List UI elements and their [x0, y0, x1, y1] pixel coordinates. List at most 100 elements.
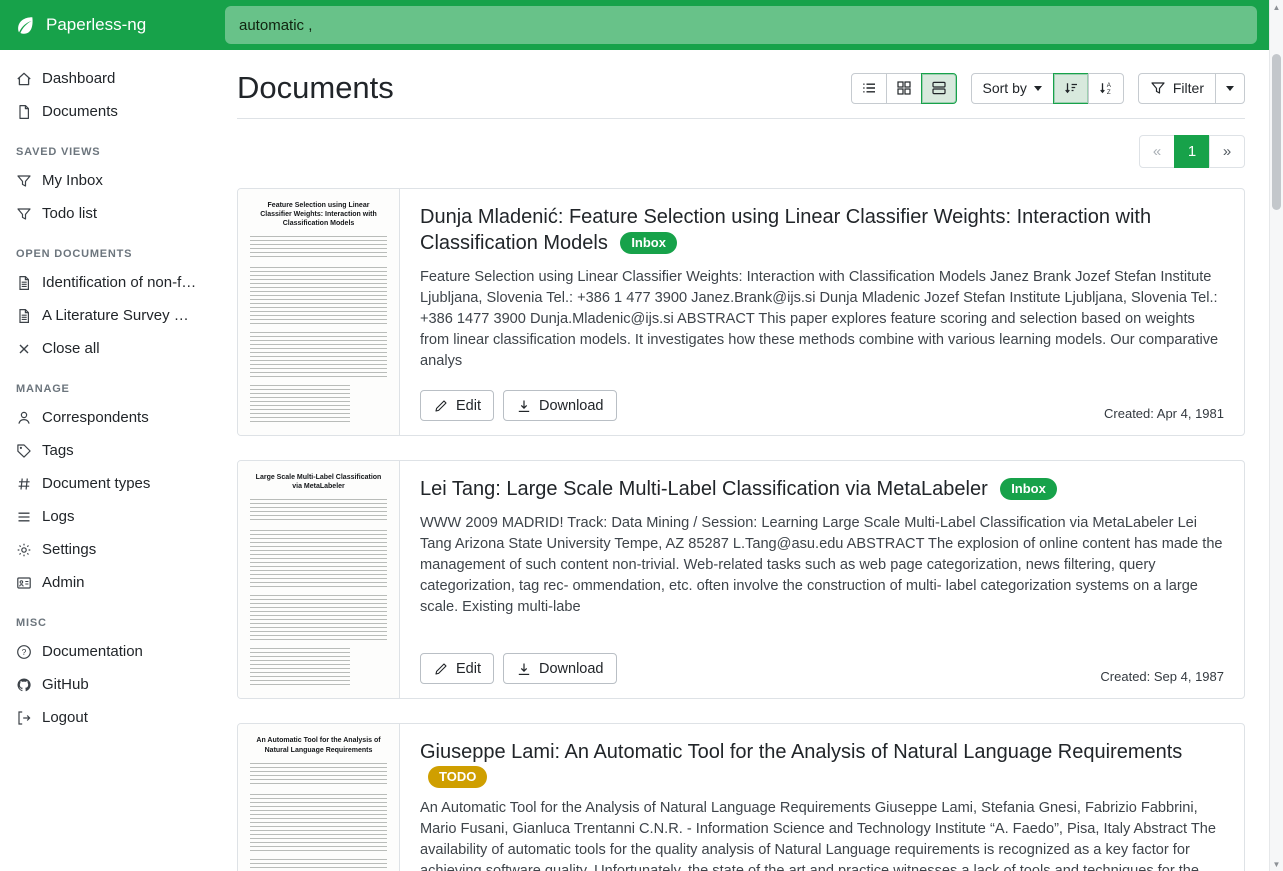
sidebar-item-label: Document types	[42, 475, 150, 492]
pagination-page-1-button[interactable]: 1	[1174, 135, 1210, 168]
tag-badge[interactable]: Inbox	[1000, 478, 1057, 500]
thumbnail-text-lines	[250, 794, 387, 852]
thumbnail-title: An Automatic Tool for the Analysis of Na…	[251, 736, 386, 754]
thumbnail-text-lines	[250, 332, 387, 378]
document-title-link[interactable]: Lei Tang: Large Scale Multi-Label Classi…	[420, 478, 988, 500]
sidebar-item-tags[interactable]: Tags	[0, 434, 213, 467]
brand[interactable]: Paperless-ng	[0, 14, 213, 36]
thumbnail-title: Feature Selection using Linear Classifie…	[251, 201, 386, 228]
sort-alpha-button[interactable]: AZ	[1088, 73, 1124, 104]
gear-icon	[16, 542, 32, 558]
house-icon	[16, 71, 32, 87]
pencil-icon	[433, 398, 449, 414]
edit-button[interactable]: Edit	[420, 653, 494, 684]
sidebar-item-label: A Literature Survey on ...	[42, 307, 197, 324]
filter-dropdown-button[interactable]	[1215, 73, 1245, 104]
file-text-icon	[16, 308, 32, 324]
edit-button[interactable]: Edit	[420, 390, 494, 421]
created-date: Created: Sep 4, 1987	[1100, 669, 1224, 684]
list-icon	[16, 509, 32, 525]
top-navbar: Paperless-ng	[0, 0, 1283, 50]
download-icon	[516, 398, 532, 414]
svg-text:Z: Z	[1107, 89, 1111, 96]
sidebar-item-label: GitHub	[42, 676, 89, 693]
thumbnail-text-lines	[250, 236, 387, 260]
id-card-icon	[16, 575, 32, 591]
document-thumbnail[interactable]: An Automatic Tool for the Analysis of Na…	[238, 724, 400, 871]
sidebar-item-label: Todo list	[42, 205, 97, 222]
scrollbar-up-arrow[interactable]: ▲	[1270, 0, 1283, 14]
document-thumbnail[interactable]: Feature Selection using Linear Classifie…	[238, 189, 400, 435]
tag-badge[interactable]: TODO	[428, 766, 487, 788]
thumbnail-title: Large Scale Multi-Label Classification v…	[251, 473, 386, 491]
sidebar-item-label: My Inbox	[42, 172, 103, 189]
document-title-link[interactable]: Dunja Mladenić: Feature Selection using …	[420, 206, 1151, 254]
file-icon	[16, 104, 32, 120]
sidebar-item-label: Settings	[42, 541, 96, 558]
document-title-link[interactable]: Giuseppe Lami: An Automatic Tool for the…	[420, 741, 1182, 763]
sort-group: Sort by AZ	[971, 73, 1124, 104]
list-view-icon	[861, 80, 877, 96]
sidebar-item-admin[interactable]: Admin	[0, 566, 213, 599]
sidebar-item-github[interactable]: GitHub	[0, 668, 213, 701]
funnel-icon	[16, 173, 32, 189]
sidebar-section-saved-views: SAVED VIEWS	[0, 128, 213, 164]
filter-group: Filter	[1138, 73, 1245, 104]
grid-view-icon	[896, 80, 912, 96]
sidebar-item-open-doc-1[interactable]: Identification of non-fu...	[0, 266, 213, 299]
sidebar-item-documents[interactable]: Documents	[0, 95, 213, 128]
sort-alpha-icon: AZ	[1098, 80, 1114, 96]
sidebar-item-correspondents[interactable]: Correspondents	[0, 401, 213, 434]
sidebar-item-label: Close all	[42, 340, 100, 357]
download-button[interactable]: Download	[503, 390, 617, 421]
sidebar-item-documentation[interactable]: ? Documentation	[0, 635, 213, 668]
sidebar-item-settings[interactable]: Settings	[0, 533, 213, 566]
sidebar-item-dashboard[interactable]: Dashboard	[0, 62, 213, 95]
thumbnail-text-lines	[250, 385, 350, 425]
tag-badge[interactable]: Inbox	[620, 232, 677, 254]
edit-label: Edit	[456, 661, 481, 677]
thumbnail-text-lines	[250, 530, 387, 588]
question-circle-icon: ?	[16, 644, 32, 660]
pagination-next-button[interactable]: »	[1209, 135, 1245, 168]
sidebar-item-label: Correspondents	[42, 409, 149, 426]
sidebar-item-my-inbox[interactable]: My Inbox	[0, 164, 213, 197]
document-thumbnail[interactable]: Large Scale Multi-Label Classification v…	[238, 461, 400, 698]
document-card: Feature Selection using Linear Classifie…	[237, 188, 1245, 436]
sidebar-item-open-doc-2[interactable]: A Literature Survey on ...	[0, 299, 213, 332]
filter-button[interactable]: Filter	[1138, 73, 1216, 104]
leaf-icon	[14, 14, 36, 36]
sort-descending-button[interactable]	[1053, 73, 1089, 104]
sidebar-item-label: Documentation	[42, 643, 143, 660]
view-toggle-group	[851, 73, 957, 104]
sidebar-item-logout[interactable]: Logout	[0, 701, 213, 734]
caret-down-icon	[1034, 86, 1042, 91]
sidebar-section-open-documents: OPEN DOCUMENTS	[0, 230, 213, 266]
person-icon	[16, 410, 32, 426]
scrollbar-thumb[interactable]	[1272, 54, 1281, 210]
search-input[interactable]	[225, 6, 1257, 44]
caret-down-icon	[1226, 86, 1234, 91]
filter-label: Filter	[1173, 80, 1204, 96]
download-button[interactable]: Download	[503, 653, 617, 684]
funnel-icon	[16, 206, 32, 222]
sort-by-button[interactable]: Sort by	[971, 73, 1054, 104]
hash-icon	[16, 476, 32, 492]
sidebar-item-document-types[interactable]: Document types	[0, 467, 213, 500]
pencil-icon	[433, 661, 449, 677]
pagination-prev-button[interactable]: «	[1139, 135, 1175, 168]
main-content: Documents	[213, 50, 1269, 871]
tag-icon	[16, 443, 32, 459]
sidebar-item-label: Logout	[42, 709, 88, 726]
sidebar-item-close-all[interactable]: Close all	[0, 332, 213, 365]
cards-view-icon	[931, 80, 947, 96]
pagination: « 1 »	[237, 135, 1245, 168]
sidebar-item-logs[interactable]: Logs	[0, 500, 213, 533]
sidebar-item-label: Identification of non-fu...	[42, 274, 197, 291]
list-view-button[interactable]	[851, 73, 887, 104]
sidebar-item-todo-list[interactable]: Todo list	[0, 197, 213, 230]
scrollbar-down-arrow[interactable]: ▼	[1270, 857, 1283, 871]
grid-view-button[interactable]	[886, 73, 922, 104]
cards-view-button[interactable]	[921, 73, 957, 104]
vertical-scrollbar: ▲ ▼	[1269, 0, 1283, 871]
